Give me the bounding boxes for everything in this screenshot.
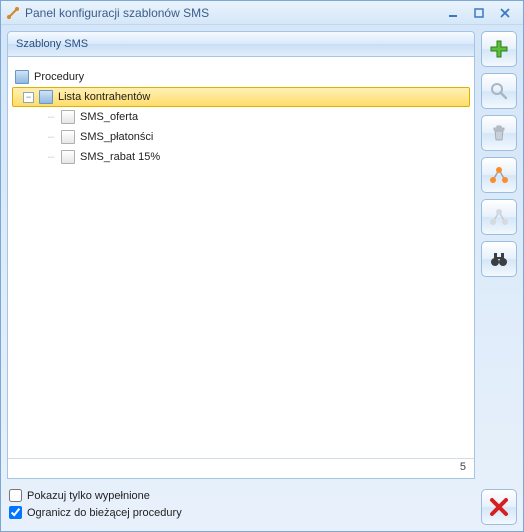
title-controls: [445, 6, 519, 20]
minimize-button[interactable]: [445, 6, 461, 20]
nodes-icon: [488, 164, 510, 186]
close-window-button[interactable]: [497, 6, 513, 20]
magnifier-icon: [489, 81, 509, 101]
document-icon: [60, 129, 76, 145]
tree-node-item[interactable]: ┄ SMS_oferta: [12, 107, 470, 127]
tree-collapse-button[interactable]: −: [23, 92, 34, 103]
tree-label: SMS_oferta: [80, 111, 138, 123]
folder-icon: [14, 69, 30, 85]
tree-footer-count: 5: [8, 458, 474, 478]
window-body: Szablony SMS Procedury − Lista kontrahen…: [1, 25, 523, 531]
checkbox-show-filled[interactable]: Pokazuj tylko wypełnione: [9, 489, 479, 502]
tree[interactable]: Procedury − Lista kontrahentów ┄ SMS_ofe…: [8, 57, 474, 458]
panel-header: Szablony SMS: [7, 31, 475, 57]
find-all-button[interactable]: [481, 241, 517, 277]
document-icon: [60, 109, 76, 125]
assign-button[interactable]: [481, 157, 517, 193]
tree-label: Procedury: [34, 71, 84, 83]
delete-button[interactable]: [481, 115, 517, 151]
toolbar: [481, 31, 517, 479]
tree-label: Lista kontrahentów: [58, 91, 150, 103]
window: Panel konfiguracji szablonów SMS Szablon…: [0, 0, 524, 532]
assign-grey-button[interactable]: [481, 199, 517, 235]
tree-node-selected[interactable]: − Lista kontrahentów: [12, 87, 470, 107]
search-button[interactable]: [481, 73, 517, 109]
window-title: Panel konfiguracji szablonów SMS: [25, 6, 445, 20]
tree-label: SMS_płatonści: [80, 131, 153, 143]
checkbox-input[interactable]: [9, 506, 22, 519]
close-button[interactable]: [481, 489, 517, 525]
maximize-button[interactable]: [471, 6, 487, 20]
tree-node-item[interactable]: ┄ SMS_płatonści: [12, 127, 470, 147]
titlebar: Panel konfiguracji szablonów SMS: [1, 1, 523, 25]
bottom-row: Pokazuj tylko wypełnione Ogranicz do bie…: [7, 485, 517, 525]
plus-icon: [488, 38, 510, 60]
tree-node-root[interactable]: Procedury: [12, 67, 470, 87]
folder-icon: [38, 89, 54, 105]
checkbox-input[interactable]: [9, 489, 22, 502]
templates-panel: Szablony SMS Procedury − Lista kontrahen…: [7, 31, 475, 479]
options: Pokazuj tylko wypełnione Ogranicz do bie…: [7, 485, 481, 525]
binoculars-icon: [488, 248, 510, 270]
tree-container: Procedury − Lista kontrahentów ┄ SMS_ofe…: [7, 57, 475, 479]
document-icon: [60, 149, 76, 165]
app-icon: [5, 5, 21, 21]
add-button[interactable]: [481, 31, 517, 67]
tree-label: SMS_rabat 15%: [80, 151, 160, 163]
checkbox-limit-procedure[interactable]: Ogranicz do bieżącej procedury: [9, 506, 479, 519]
nodes-grey-icon: [488, 206, 510, 228]
close-icon: [488, 496, 510, 518]
trash-icon: [489, 123, 509, 143]
tree-node-item[interactable]: ┄ SMS_rabat 15%: [12, 147, 470, 167]
checkbox-label: Ogranicz do bieżącej procedury: [27, 507, 182, 519]
checkbox-label: Pokazuj tylko wypełnione: [27, 490, 150, 502]
